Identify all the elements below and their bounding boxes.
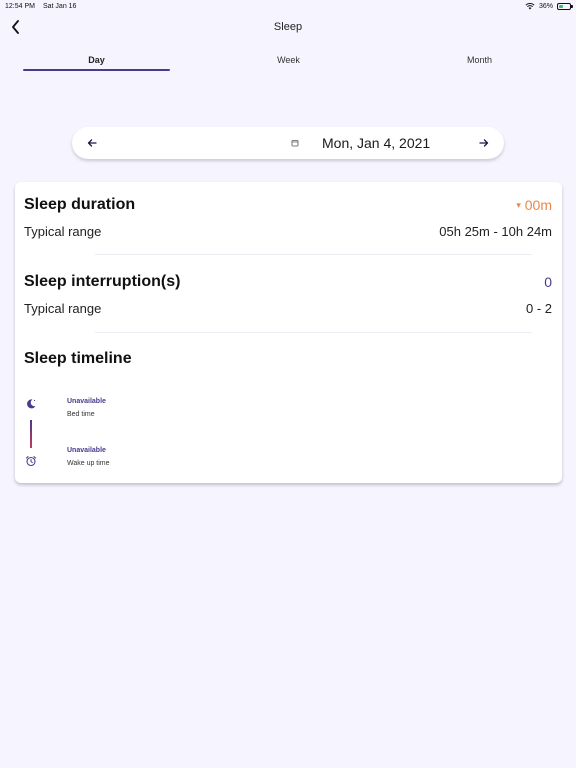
sleep-duration-amount: 00m: [524, 197, 552, 213]
header: Sleep: [0, 14, 576, 40]
sleep-timeline-title: Sleep timeline: [24, 350, 132, 367]
back-button[interactable]: [6, 17, 24, 37]
active-tab-indicator: [23, 69, 170, 71]
next-date-button[interactable]: [474, 133, 494, 153]
tab-day[interactable]: Day: [23, 50, 170, 70]
page-title: Sleep: [273, 21, 303, 33]
battery-level: [559, 4, 563, 8]
moon-icon: [27, 399, 36, 409]
bed-time-status: Unavailable: [67, 398, 106, 405]
wake-time-label: Wake up time: [67, 460, 110, 467]
wifi-icon: [525, 2, 535, 9]
alarm-clock-icon: [25, 456, 37, 467]
sleep-interruptions-value: 0: [544, 274, 552, 290]
sleep-interruptions-title: Sleep interruption(s): [24, 273, 181, 290]
tab-month[interactable]: Month: [406, 50, 553, 70]
bed-time-label: Bed time: [67, 411, 95, 418]
divider: [95, 254, 532, 255]
sleep-summary-card: Sleep duration ▾ 00m Typical range 05h 2…: [15, 182, 562, 483]
status-date: Sat Jan 16: [42, 2, 77, 10]
battery-percent: 36%: [538, 2, 553, 10]
wake-time-status: Unavailable: [67, 447, 106, 454]
status-left: 12:54 PM Sat Jan 16: [5, 3, 76, 10]
status-bar: 12:54 PM Sat Jan 16 36%: [0, 0, 576, 12]
battery-icon: [557, 2, 573, 10]
sleep-interruptions-range-label: Typical range: [24, 301, 102, 316]
status-right: 36%: [525, 2, 573, 10]
decrease-indicator-icon: ▾: [516, 200, 521, 210]
calendar-icon[interactable]: [291, 139, 299, 147]
chevron-left-icon: [11, 20, 19, 34]
sleep-duration-title: Sleep duration: [24, 196, 136, 213]
sleep-interruptions-range-value: 0 - 2: [525, 301, 552, 316]
selected-date: Mon, Jan 4, 2021: [322, 135, 431, 151]
sleep-duration-range-value: 05h 25m - 10h 24m: [439, 224, 552, 239]
arrow-right-icon: [479, 139, 489, 147]
timeline-bar: [30, 420, 32, 448]
date-selector: Mon, Jan 4, 2021: [72, 127, 504, 159]
previous-date-button[interactable]: [82, 133, 102, 153]
arrow-left-icon: [87, 139, 97, 147]
sleep-duration-value: ▾ 00m: [516, 197, 552, 213]
divider: [95, 332, 532, 333]
tab-bar: Day Week Month: [0, 50, 576, 72]
tab-week[interactable]: Week: [215, 50, 362, 70]
status-time: 12:54 PM: [5, 2, 35, 10]
sleep-duration-range-label: Typical range: [24, 224, 102, 239]
